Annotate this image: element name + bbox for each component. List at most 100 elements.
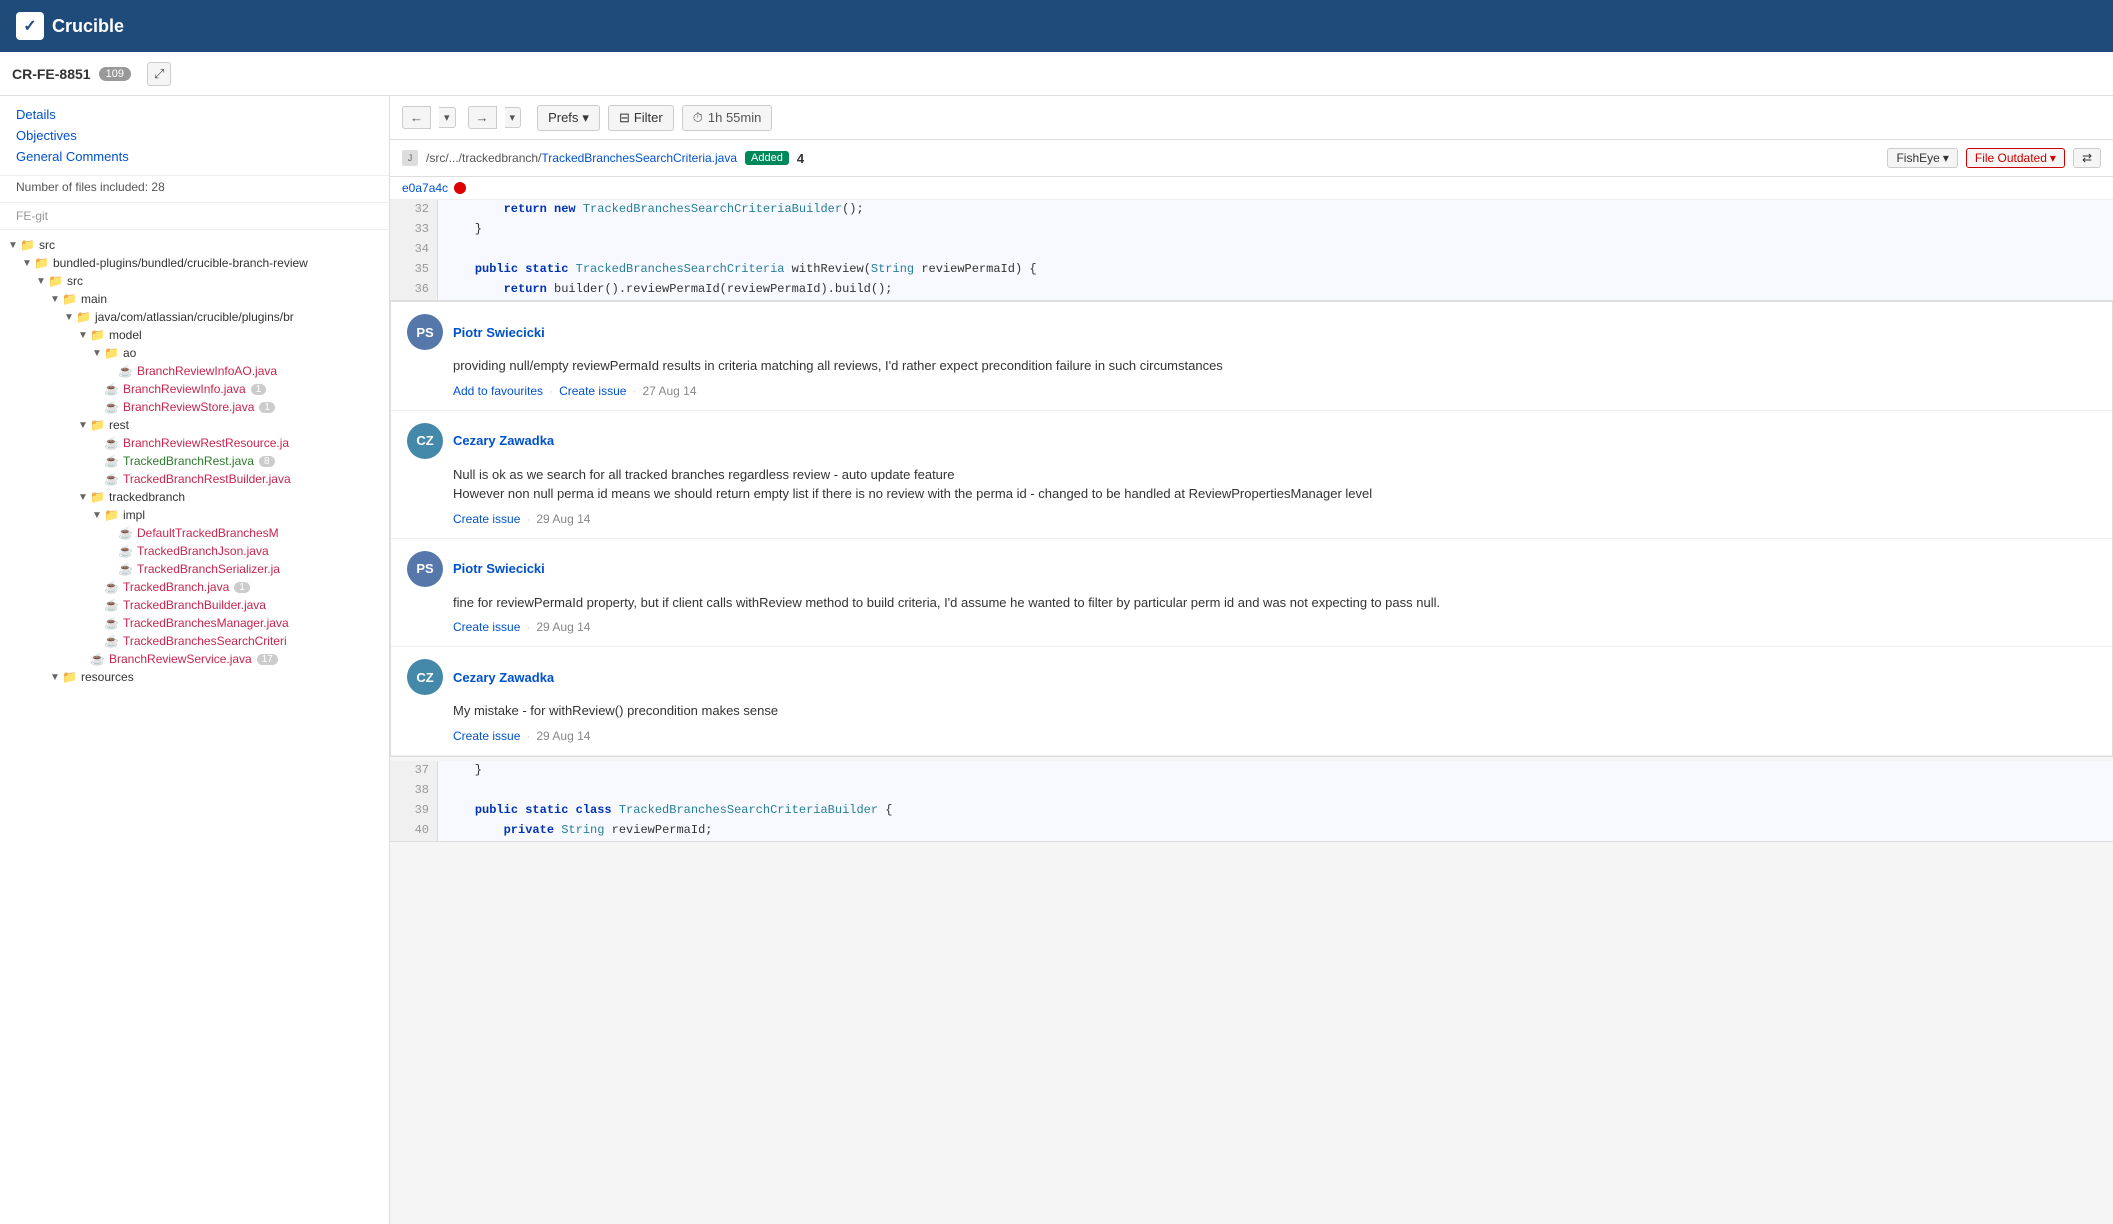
avatar-4: CZ [407, 659, 443, 695]
comment-actions-3: Create issue · 29 Aug 14 [453, 620, 2096, 634]
file-outdated-dropdown-icon: ▾ [2050, 151, 2056, 165]
java-file-icon: ☕ [104, 472, 120, 486]
tree-item-trackedbranch[interactable]: ▶ ☕ TrackedBranch.java 1 [0, 578, 389, 596]
code-line-35: 35 public static TrackedBranchesSearchCr… [390, 260, 2113, 280]
tree-item-trackedbranchserializer[interactable]: ▶ ☕ TrackedBranchSerializer.ja [0, 560, 389, 578]
code-line-40: 40 private String reviewPermaId; [390, 821, 2113, 841]
tree-item-branchreviewinfo[interactable]: ▶ ☕ BranchReviewInfo.java 1 [0, 380, 389, 398]
tree-item-rest[interactable]: ▼ 📁 rest [0, 416, 389, 434]
chevron-down-icon: ▼ [92, 510, 104, 521]
create-issue-link-1[interactable]: Create issue [559, 384, 626, 398]
app-header: ✓ Crucible [0, 0, 2113, 52]
review-sub-header: CR-FE-8851 109 ⤢ [0, 52, 2113, 96]
comment-badge: 1 [251, 384, 267, 395]
tree-item-src2[interactable]: ▼ 📁 src [0, 272, 389, 290]
prefs-button[interactable]: Prefs ▾ [537, 105, 600, 131]
compare-icon: ⇄ [2073, 148, 2101, 168]
sidebar-item-general-comments[interactable]: General Comments [16, 146, 373, 167]
comment-author-1: Piotr Swiecicki [453, 325, 545, 340]
file-status-badge: Added [745, 151, 789, 165]
timer-icon: ⏱ [693, 110, 703, 126]
filter-label: Filter [634, 110, 663, 125]
chevron-down-icon: ▼ [50, 294, 62, 305]
folder-icon: 📁 [48, 274, 64, 288]
chevron-down-icon: ▼ [36, 276, 48, 287]
chevron-down-icon: ▼ [64, 312, 76, 323]
comment-date-3: 29 Aug 14 [536, 620, 590, 634]
tree-item-bundled-plugins[interactable]: ▼ 📁 bundled-plugins/bundled/crucible-bra… [0, 254, 389, 272]
comment-thread-2: CZ Cezary Zawadka Null is ok as we searc… [391, 411, 2112, 539]
code-line-34: 34 [390, 240, 2113, 260]
comment-actions-4: Create issue · 29 Aug 14 [453, 729, 2096, 743]
create-issue-link-3[interactable]: Create issue [453, 620, 520, 634]
tree-item-ao[interactable]: ▼ 📁 ao [0, 344, 389, 362]
comment-body-3: fine for reviewPermaId property, but if … [453, 593, 2096, 613]
expand-button[interactable]: ⤢ [147, 62, 171, 86]
tree-item-src[interactable]: ▼ 📁 src [0, 236, 389, 254]
navigate-back-dropdown-button[interactable]: ▾ [439, 107, 456, 128]
avatar-3: PS [407, 551, 443, 587]
prefs-dropdown-icon: ▾ [582, 110, 589, 126]
comment-header-3: PS Piotr Swiecicki [407, 551, 2096, 587]
sidebar: Details Objectives General Comments Numb… [0, 96, 390, 1224]
tree-item-impl[interactable]: ▼ 📁 impl [0, 506, 389, 524]
tree-item-branchreviewstore[interactable]: ▶ ☕ BranchReviewStore.java 1 [0, 398, 389, 416]
navigate-fwd-button[interactable]: → [468, 106, 497, 129]
timer-label: 1h 55min [708, 110, 761, 125]
folder-icon: 📁 [90, 328, 106, 342]
tree-item-branchreviewservice[interactable]: ▶ ☕ BranchReviewService.java 17 [0, 650, 389, 668]
folder-icon: 📁 [90, 418, 106, 432]
chevron-down-icon: ▼ [8, 240, 20, 251]
tree-item-java-path[interactable]: ▼ 📁 java/com/atlassian/crucible/plugins/… [0, 308, 389, 326]
tree-item-resources[interactable]: ▼ 📁 resources [0, 668, 389, 686]
fisheye-button[interactable]: FishEye ▾ [1887, 148, 1957, 168]
tree-item-defaulttrackedbranchesm[interactable]: ▶ ☕ DefaultTrackedBranchesM [0, 524, 389, 542]
navigate-back-button[interactable]: ← [402, 106, 431, 129]
tree-item-model[interactable]: ▼ 📁 model [0, 326, 389, 344]
tree-item-trackedbranchjson[interactable]: ▶ ☕ TrackedBranchJson.java [0, 542, 389, 560]
prefs-label: Prefs [548, 110, 578, 125]
file-link[interactable]: TrackedBranchesSearchCriteria.java [541, 151, 737, 165]
sidebar-item-objectives[interactable]: Objectives [16, 125, 373, 146]
timer-button[interactable]: ⏱ 1h 55min [682, 105, 773, 131]
file-tree: ▼ 📁 src ▼ 📁 bundled-plugins/bundled/cruc… [0, 230, 389, 692]
app-logo: ✓ Crucible [16, 12, 124, 40]
folder-icon: 📁 [20, 238, 36, 252]
tree-item-trackedbranchessearchcriteri[interactable]: ▶ ☕ TrackedBranchesSearchCriteri [0, 632, 389, 650]
tree-item-trackedbranchesmanager[interactable]: ▶ ☕ TrackedBranchesManager.java [0, 614, 389, 632]
tree-item-branchreviewinfao[interactable]: ▶ ☕ BranchReviewInfoAO.java [0, 362, 389, 380]
create-issue-link-4[interactable]: Create issue [453, 729, 520, 743]
sidebar-meta: Number of files included: 28 [0, 176, 389, 203]
tree-item-trackedbranch-folder[interactable]: ▼ 📁 trackedbranch [0, 488, 389, 506]
filter-button[interactable]: ⊟ Filter [608, 105, 674, 131]
chevron-down-icon: ▼ [92, 348, 104, 359]
code-line-33: 33 } [390, 220, 2113, 240]
code-block-bottom: 37 } 38 39 public static class TrackedBr… [390, 761, 2113, 842]
file-outdated-button[interactable]: File Outdated ▾ [1966, 148, 2065, 168]
review-id: CR-FE-8851 [12, 66, 91, 82]
java-file-icon: ☕ [118, 544, 134, 558]
code-line-32: 32 return new TrackedBranchesSearchCrite… [390, 200, 2113, 220]
add-to-favourites-link[interactable]: Add to favourites [453, 384, 543, 398]
java-file-icon: ☕ [104, 634, 120, 648]
comment-body-4: My mistake - for withReview() preconditi… [453, 701, 2096, 721]
tree-item-trackedbranchrest[interactable]: ▶ ☕ TrackedBranchRest.java 8 [0, 452, 389, 470]
create-issue-link-2[interactable]: Create issue [453, 512, 520, 526]
navigate-fwd-dropdown-button[interactable]: ▾ [505, 107, 522, 128]
java-file-icon: ☕ [90, 652, 106, 666]
file-path-bar: J /src/.../trackedbranch/TrackedBranches… [390, 140, 2113, 177]
java-file-icon: ☕ [104, 436, 120, 450]
tree-item-trackedbranchbuilder[interactable]: ▶ ☕ TrackedBranchBuilder.java [0, 596, 389, 614]
tree-item-branchreviewrestresource[interactable]: ▶ ☕ BranchReviewRestResource.ja [0, 434, 389, 452]
tree-item-trackedbranchrestbuilder[interactable]: ▶ ☕ TrackedBranchRestBuilder.java [0, 470, 389, 488]
comment-body-2: Null is ok as we search for all tracked … [453, 465, 2096, 504]
chevron-down-icon: ▼ [78, 330, 90, 341]
java-file-icon: ☕ [104, 598, 120, 612]
avatar-1: PS [407, 314, 443, 350]
sidebar-item-details[interactable]: Details [16, 104, 373, 125]
chevron-down-icon: ▼ [22, 258, 34, 269]
comment-marker[interactable] [454, 182, 466, 194]
commit-hash[interactable]: e0a7a4c [402, 181, 448, 195]
comment-header-2: CZ Cezary Zawadka [407, 423, 2096, 459]
tree-item-main[interactable]: ▼ 📁 main [0, 290, 389, 308]
